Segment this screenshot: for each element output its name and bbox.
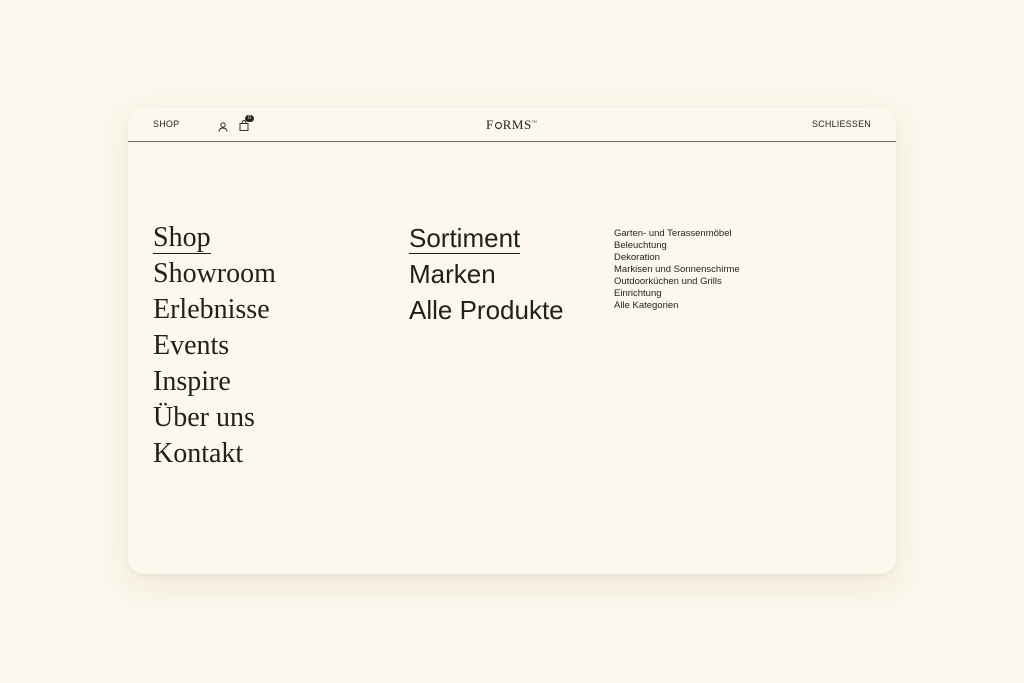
shop-nav-label: Sortiment — [409, 223, 521, 254]
category-outdoorkuechen-grills[interactable]: Outdoorküchen und Grills — [614, 276, 740, 288]
logo-ring-icon — [494, 121, 502, 129]
main-nav-label: Über uns — [153, 402, 255, 433]
trademark-mark: ™ — [531, 120, 538, 126]
main-nav-kontakt[interactable]: Kontakt — [153, 436, 276, 472]
cart-count-badge: 0 — [245, 115, 254, 122]
shop-nav-sortiment[interactable]: Sortiment — [409, 220, 564, 256]
logo-letter-f: F — [486, 117, 494, 132]
top-bar: SHOP 0 F RMS ™ SCHLIESSEN — [128, 108, 896, 142]
main-nav-inspire[interactable]: Inspire — [153, 364, 276, 400]
main-nav-ueber-uns[interactable]: Über uns — [153, 400, 276, 436]
main-nav-label: Events — [153, 330, 230, 361]
main-nav-shop[interactable]: Shop — [153, 220, 276, 256]
sortiment-submenu: Garten- und Terassenmöbel Beleuchtung De… — [614, 228, 740, 312]
shop-nav-label: Marken — [409, 259, 496, 289]
shop-submenu: Sortiment Marken Alle Produkte — [409, 220, 564, 328]
main-nav-label: Erlebnisse — [153, 294, 270, 325]
logo-letters-rms: RMS — [502, 117, 532, 132]
category-garten-terassenmoebel[interactable]: Garten- und Terassenmöbel — [614, 228, 740, 240]
main-navigation: Shop Showroom Erlebnisse Events Inspire … — [153, 220, 276, 472]
forms-logo[interactable]: F RMS ™ — [486, 117, 537, 133]
shop-nav-alle-produkte[interactable]: Alle Produkte — [409, 292, 564, 328]
user-icon[interactable] — [218, 119, 228, 132]
menu-panel: SHOP 0 F RMS ™ SCHLIESSEN Shop Showroom … — [128, 108, 896, 574]
category-dekoration[interactable]: Dekoration — [614, 252, 740, 264]
category-markisen-sonnenschirme[interactable]: Markisen und Sonnenschirme — [614, 264, 740, 276]
shop-link[interactable]: SHOP — [153, 119, 179, 129]
category-einrichtung[interactable]: Einrichtung — [614, 288, 740, 300]
main-nav-label: Inspire — [153, 366, 231, 397]
category-beleuchtung[interactable]: Beleuchtung — [614, 240, 740, 252]
shop-nav-marken[interactable]: Marken — [409, 256, 564, 292]
main-nav-erlebnisse[interactable]: Erlebnisse — [153, 292, 276, 328]
main-nav-label: Shop — [153, 222, 211, 254]
main-nav-label: Showroom — [153, 258, 276, 289]
main-nav-events[interactable]: Events — [153, 328, 276, 364]
main-nav-label: Kontakt — [153, 438, 244, 469]
main-nav-showroom[interactable]: Showroom — [153, 256, 276, 292]
category-alle-kategorien[interactable]: Alle Kategorien — [614, 300, 740, 312]
close-button[interactable]: SCHLIESSEN — [812, 119, 871, 129]
shop-nav-label: Alle Produkte — [409, 295, 564, 325]
